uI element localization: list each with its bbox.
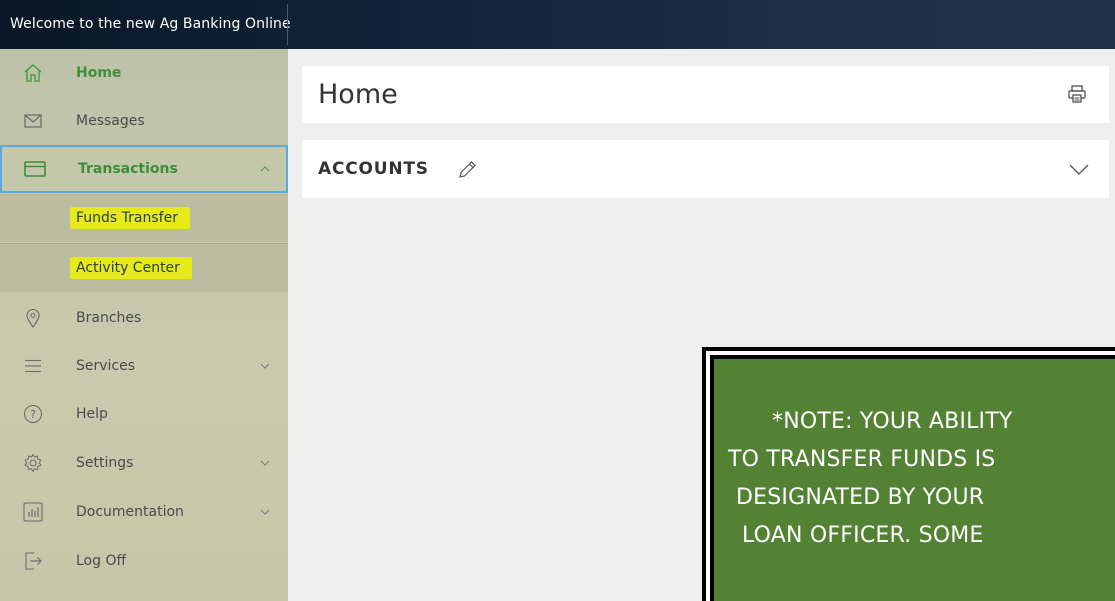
sidebar-item-home[interactable]: Home	[0, 49, 288, 97]
question-icon: ?	[22, 403, 44, 425]
chevron-down-icon[interactable]	[1069, 161, 1089, 175]
accounts-title: ACCOUNTS	[318, 159, 429, 179]
sidebar-item-label: Documentation	[76, 504, 184, 520]
sidebar-item-branches[interactable]: Branches	[0, 294, 288, 342]
logout-icon	[22, 550, 44, 572]
note-box: *NOTE: YOUR ABILITY TO TRANSFER FUNDS IS…	[702, 347, 1115, 601]
welcome-title: Welcome to the new Ag Banking Online	[10, 16, 291, 32]
sidebar-subitem-label: Activity Center	[76, 260, 180, 276]
chevron-down-icon[interactable]	[258, 359, 272, 373]
card-icon	[24, 158, 46, 180]
chevron-up-icon[interactable]	[258, 162, 272, 176]
home-header-card: Home	[302, 66, 1109, 123]
top-bar: Welcome to the new Ag Banking Online	[0, 0, 1115, 49]
note-line: LOAN OFFICER. SOME	[742, 523, 984, 548]
sidebar-item-label: Help	[76, 406, 108, 422]
sidebar-item-documentation[interactable]: Documentation	[0, 488, 288, 536]
note-line: TO TRANSFER FUNDS IS	[728, 447, 996, 472]
home-icon	[22, 62, 44, 84]
note-line: DESIGNATED BY YOUR	[736, 485, 985, 510]
pencil-icon[interactable]	[456, 159, 478, 181]
chevron-down-icon[interactable]	[258, 505, 272, 519]
envelope-icon	[22, 110, 44, 132]
sidebar-subitem-funds-transfer[interactable]: Funds Transfer	[0, 194, 288, 242]
note-body: *NOTE: YOUR ABILITY TO TRANSFER FUNDS IS…	[714, 359, 1115, 601]
sidebar-item-label: Home	[76, 65, 122, 81]
sidebar-item-services[interactable]: Services	[0, 342, 288, 390]
page-title: Home	[318, 79, 398, 110]
sidebar-item-log-off[interactable]: Log Off	[0, 537, 288, 585]
accounts-card[interactable]: ACCOUNTS	[302, 140, 1109, 198]
topbar-divider	[287, 4, 288, 45]
note-line: *NOTE: YOUR ABILITY	[772, 409, 1013, 434]
sidebar-item-settings[interactable]: Settings	[0, 439, 288, 487]
bar-chart-icon	[22, 501, 44, 523]
print-icon[interactable]	[1067, 84, 1087, 104]
sidebar-item-label: Branches	[76, 310, 142, 326]
menu-lines-icon	[22, 355, 44, 377]
sidebar-item-messages[interactable]: Messages	[0, 97, 288, 145]
sidebar-item-label: Messages	[76, 113, 145, 129]
chevron-down-icon[interactable]	[258, 456, 272, 470]
sidebar-item-label: Settings	[76, 455, 134, 471]
location-pin-icon	[22, 307, 44, 329]
svg-text:?: ?	[30, 408, 36, 421]
sidebar-item-label: Transactions	[78, 161, 178, 177]
sidebar-item-label: Log Off	[76, 553, 127, 569]
sidebar-subitem-label: Funds Transfer	[76, 210, 178, 226]
gear-icon	[22, 452, 44, 474]
sidebar-subitem-activity-center[interactable]: Activity Center	[0, 244, 288, 292]
sidebar: Home Messages Transactions Funds Transfe…	[0, 49, 288, 601]
sidebar-item-transactions[interactable]: Transactions	[0, 145, 288, 193]
sidebar-item-help[interactable]: ? Help	[0, 390, 288, 438]
sidebar-item-label: Services	[76, 358, 136, 374]
